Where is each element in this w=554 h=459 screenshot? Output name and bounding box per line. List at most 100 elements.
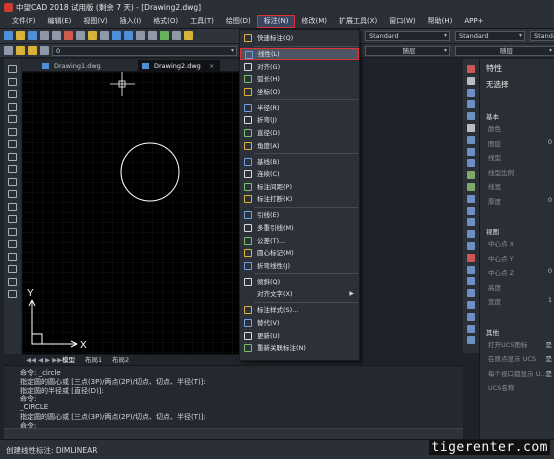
dimension-menu-item-18[interactable]: 倾斜(Q) [240,276,359,288]
properties-row-value[interactable]: 0 [548,138,552,146]
undo-icon[interactable] [112,31,121,40]
layer-sun-icon[interactable] [28,46,37,55]
paste-icon[interactable] [88,31,97,40]
menu-item-8[interactable]: 修改(M) [295,15,333,28]
dimension-menu-item-21[interactable]: 替代(V) [240,317,359,329]
scale-icon[interactable] [467,147,475,156]
dimension-menu-item-15[interactable]: 公差(T)... [240,235,359,247]
tab-model[interactable]: 模型 [62,356,75,365]
save-icon[interactable] [28,31,37,40]
clean-icon[interactable] [467,324,475,333]
group-icon[interactable] [467,277,475,286]
dimension-menu-item-0[interactable]: 快速标注(Q) [240,32,359,44]
selection-dropdown[interactable]: 无选择 [486,79,509,90]
pan-icon[interactable] [136,31,145,40]
layer-bulb-icon[interactable] [16,46,25,55]
array-icon[interactable] [467,112,475,121]
ellipse-arc-icon[interactable] [8,190,17,198]
dimension-menu-item-2[interactable]: 对齐(G) [240,61,359,73]
gradient-icon[interactable] [8,252,17,261]
revision-cloud-icon[interactable] [8,152,17,161]
layer-combo[interactable]: 0 [52,46,237,56]
ellipse-icon[interactable] [8,177,17,186]
open-file-icon[interactable] [16,31,25,40]
drawing-canvas[interactable]: Y X [22,72,259,354]
zoom-window-icon[interactable] [160,31,169,40]
menu-item-1[interactable]: 编辑(E) [42,15,78,28]
new-file-icon[interactable] [4,31,13,40]
dimension-menu-item-1[interactable]: 线性(L) [240,48,359,60]
dimension-menu-item-10[interactable]: 连续(C) [240,168,359,180]
polyline-icon[interactable] [8,90,17,98]
dimension-menu-item-16[interactable]: 圆心标记(M) [240,247,359,259]
properties-row-value[interactable]: 0 [548,196,552,204]
offset-icon[interactable] [467,100,475,109]
dimension-style-combo[interactable]: Standard [455,31,525,41]
menu-item-0[interactable]: 文件(F) [6,15,42,28]
print-icon[interactable] [40,31,49,40]
lock-icon[interactable] [467,336,475,345]
hatch-icon[interactable] [8,240,17,248]
lineweight-combo[interactable]: 随层 [455,46,554,56]
trim-icon[interactable] [467,171,475,180]
tab-drawing1[interactable]: Drawing1.dwg [38,60,107,72]
dimension-menu-item-23[interactable]: 重新关联标注(N) [240,342,359,354]
explode-icon[interactable] [467,253,475,262]
chamfer-icon[interactable] [467,230,475,239]
extend-icon[interactable] [467,183,475,191]
dimension-menu-item-6[interactable]: 折弯(J) [240,114,359,126]
break-at-point-icon[interactable] [467,194,475,203]
insert-block-icon[interactable] [8,202,17,211]
multiline-text-icon[interactable] [8,290,17,298]
menu-item-10[interactable]: 窗口(W) [383,15,421,28]
arc-icon[interactable] [8,127,17,136]
menu-item-2[interactable]: 视图(V) [77,15,113,28]
zoom-icon[interactable] [148,31,157,40]
construction-line-icon[interactable] [8,77,17,86]
join-icon[interactable] [467,218,475,227]
dimension-menu-item-5[interactable]: 半径(R) [240,102,359,114]
zoom-previous-icon[interactable] [172,31,181,40]
copy-icon[interactable] [76,31,85,40]
point-icon[interactable] [8,227,17,236]
region-icon[interactable] [8,265,17,273]
rectangle-icon[interactable] [8,115,17,123]
break-icon[interactable] [467,206,475,215]
ungroup-icon[interactable] [467,289,475,298]
tab-drawing2[interactable]: Drawing2.dwg × [138,60,221,72]
dimension-menu-item-3[interactable]: 弧长(H) [240,73,359,85]
move-icon[interactable] [467,124,475,132]
dimension-menu-item-8[interactable]: 角度(A) [240,140,359,152]
layout-nav-icons[interactable]: ◀◀ ◀ ▶ ▶▶ [26,356,62,365]
redo-icon[interactable] [124,31,133,40]
properties-row-value[interactable]: 0 [548,267,552,275]
dimension-menu-item-17[interactable]: 折弯线性(J) [240,260,359,272]
dimension-menu-item-12[interactable]: 标注打断(K) [240,193,359,205]
linetype-combo[interactable]: 随层 [365,46,450,56]
polygon-icon[interactable] [8,102,17,111]
dimension-menu-item-13[interactable]: 引线(E) [240,209,359,221]
dimension-menu-item-14[interactable]: 多重引线(M) [240,222,359,234]
dimension-menu-item-9[interactable]: 基线(B) [240,156,359,168]
make-block-icon[interactable] [8,215,17,223]
layer-lock-icon[interactable] [40,46,49,55]
menu-item-12[interactable]: APP+ [458,15,489,28]
table-style-combo[interactable]: Standard [530,31,554,41]
match-properties-icon[interactable] [100,31,109,40]
dimension-menu-item-19[interactable]: 对齐文字(X) ▶ [240,288,359,300]
rotate-icon[interactable] [467,135,475,144]
cut-icon[interactable] [64,31,73,40]
properties-row-value[interactable]: 是 [546,368,553,378]
menu-item-5[interactable]: 工具(T) [184,15,220,28]
dimension-menu-item-4[interactable]: 坐标(O) [240,86,359,98]
menu-item-11[interactable]: 帮助(H) [422,15,459,28]
properties-section-title[interactable]: 视图 [486,226,499,236]
preview-icon[interactable] [52,31,61,40]
mirror-icon[interactable] [467,88,475,97]
show-icon[interactable] [467,312,475,321]
menu-item-4[interactable]: 格式(O) [147,15,184,28]
properties-icon[interactable] [184,31,193,40]
draw-order-icon[interactable] [467,265,475,274]
erase-icon[interactable] [467,65,475,73]
line-icon[interactable] [8,65,17,73]
